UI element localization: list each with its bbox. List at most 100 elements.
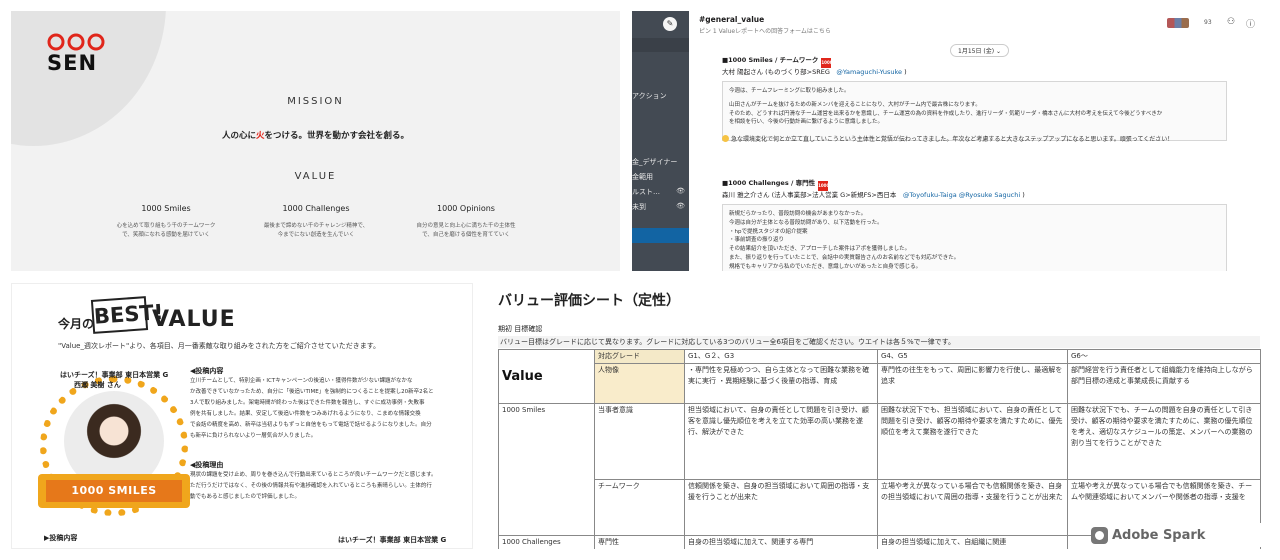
- mention-link[interactable]: @Toyofuku-Taiga @Ryosuke Saguchi: [903, 191, 1020, 199]
- sheet-title: バリュー評価シート（定性）: [498, 293, 680, 309]
- table-row: 1000 Smiles 当事者意識 担当領域において、自身の責任として問題を引き…: [498, 403, 1261, 536]
- table-cell: 自身の担当領域に加えて、関連する専門: [684, 535, 878, 549]
- company-logo: SEN: [47, 33, 107, 74]
- info-icon[interactable]: ⓘ: [1246, 17, 1255, 30]
- value-desc: 今までにない創造を生んでいく: [277, 232, 355, 238]
- quote-line: 規格でもキャリアから私のでいただき、意識しかいがあったと自身で感じる。: [729, 263, 922, 270]
- logo-text: SEN: [47, 51, 98, 75]
- grade-col-g1: G1、G２、G3: [684, 349, 878, 364]
- table-row: Value 対応グレード G1、G２、G3 G4、G5 G6～: [498, 349, 1261, 404]
- value-heading: VALUE: [294, 171, 337, 182]
- table-cell: 専門性の往生をもって、周囲に影響力を行使し、最適解を追求: [877, 363, 1068, 404]
- value-column: 1000 Challenges 最後まで諦めない千のチャレンジ精神で、 今までに…: [246, 204, 386, 240]
- body-line: 現状の課題を受け止め、周りを巻き込んで行動出来ているところが良いチームワークだと…: [190, 472, 437, 478]
- table-cell: 信頼関係を築き、自身の担当領域において周囲の指導・支援を行うことが出来た: [684, 479, 878, 536]
- quote-line: を相談を行い、今後の行動計画に繋げるように意識しました。: [729, 119, 884, 126]
- body-line: で会話の精度を高め、新卒は当初よりもずっと自信をもって電話で話せるようになりまし…: [190, 422, 432, 428]
- sidebar-item[interactable]: アクション: [632, 91, 667, 101]
- sidebar-item[interactable]: 金範用: [632, 172, 653, 182]
- winner-department-footer: はいチーズ！事業部 東日本営業 G: [338, 536, 447, 544]
- grade-header: 対応グレード: [594, 349, 685, 364]
- winner-portrait: 1000 SMILES: [34, 376, 194, 526]
- mission-heading: MISSION: [287, 96, 344, 107]
- row-label: 人物像: [594, 363, 685, 404]
- body-line: 例を共有しました。結果、安定して後追い件数をつみあげれるようになり、こまめな情報…: [190, 411, 421, 417]
- value-label: 1000 Challenges: [498, 535, 595, 549]
- body-line: か改善できていなかったため、自分に「後追いTIME」を強制的につくることを提案し…: [190, 389, 434, 395]
- table-cell: 立場や考えが異なっている場合でも信頼関係を築き、自身の担当領域において周囲の指導…: [877, 479, 1068, 536]
- mention-link[interactable]: @Yamaguchi-Yusuke: [836, 68, 902, 76]
- author-text: 大村 陽起さん (ものづくり部>SREG: [722, 68, 830, 76]
- quote-line: ・事前調査の振り返り: [729, 237, 785, 244]
- section-heading: ◀投稿内容: [190, 367, 224, 375]
- value-evaluation-sheet: バリュー評価シート（定性） 期初 目標確認 バリュー目標はグレードに応じて異なり…: [485, 283, 1269, 549]
- value-desc: で、自己を磨ける個性を育てていく: [422, 232, 510, 238]
- value-title: 1000 Challenges: [282, 204, 350, 213]
- quote-line: 新規だらかったり、普段訪問の機会があまりなかった。: [729, 211, 867, 217]
- row-label: チームワーク: [594, 479, 685, 536]
- value-column: 1000 Opinions 自分の意見と向上心に満ちた千の主体性 で、自己を磨け…: [396, 204, 536, 240]
- quote-line: 今週は自分が主体となる普段訪問があり、以下活動を行った。: [729, 219, 883, 226]
- table-cell: ・専門性を見極めつつ、自ら主体となって困難な業務を確実に実行 ・異期経験に基づく…: [684, 363, 878, 404]
- slack-sidebar: ✎ アクション 金_デザイナー 金範用 ルスト… 👁 未到 👁: [632, 11, 689, 271]
- section-body: 立川チームとして、特別企画・ICTキャンペーンの後追い・獲得件数が少ない課題がな…: [190, 376, 458, 442]
- winner-department: はいチーズ！事業部 東日本営業 G: [60, 371, 169, 379]
- table-cell: 困難な状況下でも、チームの問題を自身の責任として引き受け、顧客の期待や要求を満た…: [1067, 403, 1261, 480]
- sidebar-item[interactable]: 未到: [632, 202, 646, 212]
- sheet-period: 期初 目標確認: [498, 325, 543, 333]
- body-line: も新卒に負けられないより一層気合が入りました。: [190, 433, 317, 439]
- body-line: 動でもあると感じましたので評価しました。: [190, 494, 301, 500]
- grade-col-g6: G6～: [1067, 349, 1261, 364]
- member-count[interactable]: 93: [1204, 19, 1212, 26]
- value-column-header: Value: [498, 349, 595, 404]
- grade-col-g4: G4、G5: [877, 349, 1068, 364]
- quote-line: 今週は、チームフレーミングに取り組みました。: [729, 88, 850, 94]
- row-label: 専門性: [594, 535, 685, 549]
- message-title-text: ■1000 Challenges / 専門性: [722, 179, 816, 187]
- table-cell: 困難な状況下でも、担当領域において、自身の責任として問題を引き受け、顧客の期待や…: [877, 403, 1068, 480]
- value-columns: 1000 Smiles 心を込めて取り組もう千のチームワーク で、笑顔になれる感…: [96, 204, 536, 240]
- eye-icon: 👁: [676, 202, 685, 210]
- table-cell: 部門経営を行う責任者として組織能力を維持向上しながら部門目標の達成と事業成長に貢…: [1067, 363, 1261, 404]
- row-label: 当事者意識: [594, 403, 685, 480]
- section-heading: ◀投稿理由: [190, 461, 224, 469]
- poster-value-word: VALUE: [152, 307, 236, 332]
- sidebar-band: [632, 38, 689, 52]
- section-body: 現状の課題を受け止め、周りを巻き込んで行動出来ているところが良いチームワークだと…: [190, 470, 458, 503]
- value-desc: 最後まで諦めない千のチャレンジ精神で、: [263, 223, 369, 229]
- message-author: 大村 陽起さん (ものづくり部>SREG @Yamaguchi-Yusuke ): [722, 66, 907, 76]
- value-table: Value 対応グレード G1、G２、G3 G4、G5 G6～ 人物像 ・専門性…: [498, 349, 1261, 549]
- sidebar-active-item[interactable]: [632, 228, 689, 243]
- sen-logo-rings-icon: [47, 33, 105, 51]
- winner-name: 西瀬 美樹 さん: [74, 381, 121, 389]
- table-cell: 自身の担当領域に加えて、自組織に関連: [877, 535, 1068, 549]
- body-line: 立川チームとして、特別企画・ICTキャンペーンの後追い・獲得件数が少ない課題がな…: [190, 378, 413, 384]
- channel-topic[interactable]: ピン 1 Valueレポートへの回答フォームはこちら: [699, 26, 831, 35]
- compose-icon[interactable]: ✎: [663, 17, 677, 31]
- sidebar-item[interactable]: 金_デザイナー: [632, 157, 677, 167]
- poster-intro: "Value_週次レポート"より、各項目、月一番素敵な取り組みをされた方をご紹介…: [58, 342, 381, 350]
- sheet-note: バリュー目標はグレードに応じて異なります。グレードに対応している3つのバリュー全…: [498, 336, 1260, 348]
- mission-value-panel: SEN MISSION 人の心に火をつける。世界を動かす会社を創る。 VALUE…: [11, 11, 620, 271]
- mission-statement: 人の心に火をつける。世界を動かす会社を創る。: [11, 129, 620, 141]
- add-member-icon[interactable]: ⚇: [1227, 17, 1235, 27]
- best-value-poster: 今月の BEST! VALUE "Value_週次レポート"より、各項目、月一番…: [11, 283, 473, 549]
- body-line: 3人で取り組みました。架電時間が終わった後はできた件数を報告し、すぐに成功事例・…: [190, 400, 425, 406]
- date-divider[interactable]: 1月15日 (金) ⌄: [950, 44, 1009, 57]
- best-stamp: BEST!: [90, 296, 164, 334]
- message-author: 森川 雅之介さん (法人事業部>法人営業 G>新規FS>西日本 @Toyofuk…: [722, 189, 1025, 199]
- value-title: 1000 Opinions: [437, 204, 495, 213]
- author-end: ): [1022, 191, 1025, 199]
- value-title: 1000 Smiles: [141, 204, 191, 213]
- channel-name[interactable]: #general_value: [699, 15, 764, 24]
- slack-window: ✎ アクション 金_デザイナー 金範用 ルスト… 👁 未到 👁 #general…: [632, 11, 1269, 271]
- sidebar-item[interactable]: ルスト…: [632, 187, 660, 197]
- member-avatars[interactable]: [1167, 18, 1189, 28]
- author-text: 森川 雅之介さん (法人事業部>法人営業 G>新規FS>西日本: [722, 191, 897, 199]
- value-label: 1000 Smiles: [498, 403, 595, 536]
- mission-text-part: をつける。世界を動かす会社を創る。: [264, 131, 410, 141]
- mission-text-part: 人の心に: [221, 131, 256, 141]
- watermark-text: Adobe Spark: [1112, 527, 1206, 543]
- decorative-circle: [11, 11, 166, 146]
- quote-line: その結果紹介を頂いただき、アプローチした案件はアポを獲得しました。: [729, 246, 911, 253]
